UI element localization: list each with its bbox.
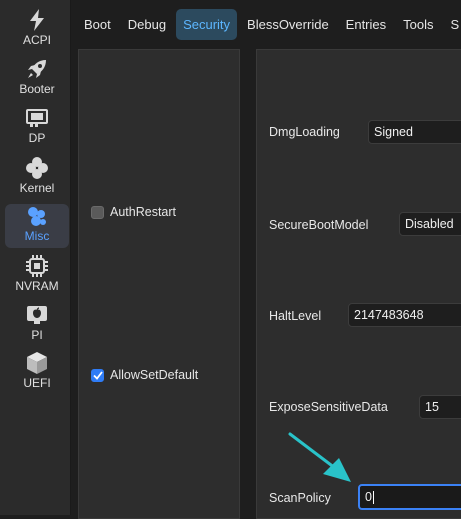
auth-restart-checkbox[interactable] (91, 206, 104, 219)
tab-bless-override[interactable]: BlessOverride (240, 9, 336, 40)
sidebar-item-label: NVRAM (15, 279, 58, 293)
sidebar-item-booter[interactable]: Booter (5, 57, 69, 101)
puzzle-icon (24, 156, 50, 180)
halt-level-label: HaltLevel (269, 309, 321, 323)
secure-boot-model-value: Disabled (405, 217, 454, 231)
allow-set-default-label: AllowSetDefault (110, 368, 198, 382)
dmg-loading-value: Signed (374, 125, 413, 139)
sidebar-item-nvram[interactable]: NVRAM (5, 254, 69, 298)
bubbles-icon (24, 204, 50, 228)
sidebar-item-kernel[interactable]: Kernel (5, 156, 69, 200)
sidebar-item-misc[interactable]: Misc (5, 204, 69, 248)
text-caret (373, 491, 374, 504)
expose-sensitive-data-field[interactable]: 15 (419, 395, 461, 419)
cube-icon (24, 351, 50, 375)
allow-set-default-checkbox[interactable] (91, 369, 104, 382)
expose-sensitive-data-label: ExposeSensitiveData (269, 400, 388, 414)
sidebar-item-pi[interactable]: PI (5, 303, 69, 347)
tab-debug[interactable]: Debug (121, 9, 173, 40)
sidebar-item-label: Kernel (20, 181, 55, 195)
sidebar-item-label: PI (31, 328, 42, 342)
tab-tools[interactable]: Tools (396, 9, 440, 40)
sidebar-item-acpi[interactable]: ACPI (5, 8, 69, 52)
dmg-loading-field[interactable]: Signed (368, 120, 461, 144)
chip-icon (24, 254, 50, 278)
sidebar-item-dp[interactable]: DP (5, 106, 69, 150)
lightning-icon (24, 8, 50, 32)
tab-boot[interactable]: Boot (77, 9, 118, 40)
secure-boot-model-label: SecureBootModel (269, 218, 368, 232)
annotation-arrow-icon (285, 430, 355, 486)
halt-level-field[interactable]: 2147483648 (348, 303, 461, 327)
dmg-loading-label: DmgLoading (269, 125, 340, 139)
rocket-icon (24, 57, 50, 81)
scan-policy-label: ScanPolicy (269, 491, 331, 505)
checkmark-icon (93, 371, 103, 380)
section-tabs: Boot Debug Security BlessOverride Entrie… (77, 6, 461, 42)
tab-truncated[interactable]: S (444, 9, 461, 40)
apple-icon (24, 303, 50, 327)
sidebar-item-label: UEFI (23, 376, 50, 390)
tab-security[interactable]: Security (176, 9, 237, 40)
expose-sensitive-data-value: 15 (425, 400, 439, 414)
auth-restart-option[interactable]: AuthRestart (91, 205, 176, 219)
tab-entries[interactable]: Entries (339, 9, 393, 40)
scan-policy-value: 0 (365, 490, 372, 504)
sidebar-item-uefi[interactable]: UEFI (5, 351, 69, 395)
allow-set-default-option[interactable]: AllowSetDefault (91, 368, 198, 382)
sidebar-item-label: DP (29, 131, 46, 145)
sidebar-item-label: Misc (25, 229, 50, 243)
graphics-card-icon (24, 106, 50, 130)
sidebar-item-label: ACPI (23, 33, 51, 47)
auth-restart-label: AuthRestart (110, 205, 176, 219)
halt-level-value: 2147483648 (354, 308, 424, 322)
sidebar-item-label: Booter (19, 82, 54, 96)
left-options-panel (78, 49, 240, 519)
secure-boot-model-field[interactable]: Disabled (399, 212, 461, 236)
sidebar: ACPI Booter DP Kernel Misc NVRAM PI (0, 0, 71, 515)
scan-policy-field[interactable]: 0 (358, 484, 461, 510)
